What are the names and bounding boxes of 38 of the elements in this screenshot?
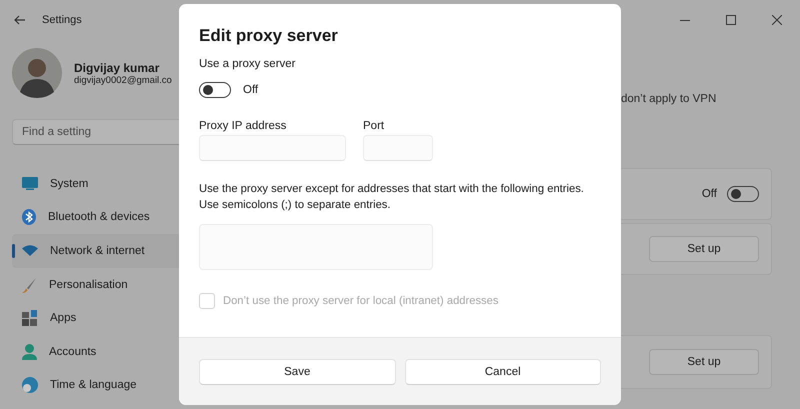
account-email: digvijay0002@gmail.co [74, 74, 172, 86]
field-label: Port [363, 120, 386, 132]
save-button[interactable]: Save [199, 358, 396, 384]
globe-clock-icon [22, 377, 38, 394]
field-label: Proxy IP address [199, 120, 288, 132]
toggle-switch[interactable] [199, 82, 231, 98]
person-icon [22, 344, 37, 360]
toggle-state-label: Off [702, 188, 717, 200]
avatar [12, 48, 62, 98]
input-field[interactable] [363, 135, 433, 161]
monitor-icon [22, 177, 38, 190]
cancel-button[interactable]: Cancel [404, 358, 601, 384]
nav-item[interactable]: Time & language [12, 368, 194, 402]
window-title: Settings [42, 14, 82, 26]
input-field[interactable] [199, 135, 346, 161]
setup-button[interactable]: Set up [649, 236, 759, 262]
back-arrow-icon[interactable] [14, 15, 26, 25]
toggle-switch[interactable] [727, 186, 759, 202]
bluetooth-icon [22, 209, 36, 226]
setup-button[interactable]: Set up [649, 349, 759, 375]
nav-item[interactable]: Bluetooth & devices [12, 200, 194, 234]
toggle-state-label: Off [243, 84, 258, 96]
wifi-icon [22, 245, 38, 256]
field-label: Use a proxy server [199, 58, 297, 70]
nav-item[interactable]: Personalisation [12, 268, 194, 302]
nav-item[interactable]: System [12, 167, 194, 201]
nav-item[interactable]: Accounts [12, 334, 194, 369]
instruction-text: Use the proxy server except for addresses that start with the following entries. [199, 182, 584, 197]
close-icon [772, 15, 782, 25]
maximize-icon [726, 15, 736, 25]
apps-icon [22, 310, 38, 326]
description-text: don’t apply to VPN [621, 93, 718, 105]
checkbox-label: Don’t use the proxy server for local (intranet) addresses [223, 295, 498, 307]
account-name: Digvijay kumar [74, 60, 160, 74]
brush-icon [22, 276, 37, 293]
dialog-title: Edit proxy server [199, 26, 339, 46]
instruction-text: Use semicolons (;) to separate entries. [199, 198, 391, 213]
nav-item[interactable]: Apps [12, 301, 194, 335]
